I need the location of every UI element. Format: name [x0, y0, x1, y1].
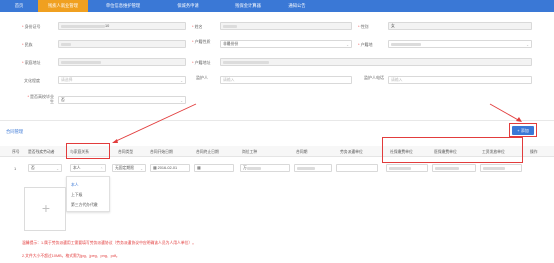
plus-icon: +	[41, 200, 51, 216]
row-index: 1	[14, 166, 17, 171]
position-input[interactable]: 万	[240, 164, 290, 172]
th-end-date: 合同终止日期	[196, 149, 219, 154]
option-superior[interactable]: 上下级	[67, 190, 109, 200]
arrow-to-add	[489, 103, 521, 122]
th-start-date: 合同开始日期	[150, 149, 173, 154]
arrow-head-relationship	[112, 139, 118, 143]
social-insurance-unit-select[interactable]	[386, 164, 428, 172]
start-date-picker[interactable]: ▦ 2016-02-01	[150, 164, 190, 172]
chevron-down-icon: ⌄	[140, 167, 143, 171]
th-index: 序号	[12, 149, 20, 154]
th-position: 岗位工种	[242, 149, 258, 154]
contract-type-select[interactable]: 无固定期限 ⌄	[112, 164, 146, 172]
medical-insurance-unit-select[interactable]	[432, 164, 476, 172]
chevron-up-icon: ⌃	[100, 167, 103, 171]
th-is-disabled-worker: 是否残疾劳动者	[28, 149, 55, 154]
th-contract-type: 合同类型	[118, 149, 134, 154]
option-self[interactable]: 本人	[67, 180, 109, 190]
relationship-dropdown: 本人 上下级 第三方代办代缴	[66, 176, 110, 212]
calendar-icon: ▦	[197, 166, 201, 170]
annotation-arrows	[112, 103, 522, 143]
contract-period-input[interactable]	[294, 164, 332, 172]
end-date-picker[interactable]: ▦	[194, 164, 234, 172]
highlight-unit-headers	[382, 137, 523, 163]
option-third-party[interactable]: 第三方代办代缴	[67, 200, 109, 210]
highlight-relationship-header	[66, 143, 110, 159]
dispatch-unit-input[interactable]	[336, 164, 378, 172]
relationship-select[interactable]: 本人 ⌃	[70, 164, 106, 172]
chevron-down-icon: ⌄	[56, 167, 59, 171]
wage-unit-select[interactable]	[480, 164, 522, 172]
th-actions: 操作	[530, 149, 538, 154]
tip-note-1: 温馨提示：1.属于劳务派遣用工需要填写劳务派遣协议（劳务派遣协议中应明确该人员为…	[22, 241, 197, 245]
is-disabled-worker-select[interactable]: 否 ⌄	[28, 164, 62, 172]
th-contract-period: 合同期	[296, 149, 308, 154]
arrow-to-relationship	[113, 103, 197, 143]
th-dispatch-unit: 劳务派遣单位	[340, 149, 363, 154]
tip-note-2: 2.文件大小不超过10MB，格式需为jpg、jpeg、png、pdf。	[22, 254, 120, 258]
upload-box[interactable]: +	[24, 187, 66, 231]
